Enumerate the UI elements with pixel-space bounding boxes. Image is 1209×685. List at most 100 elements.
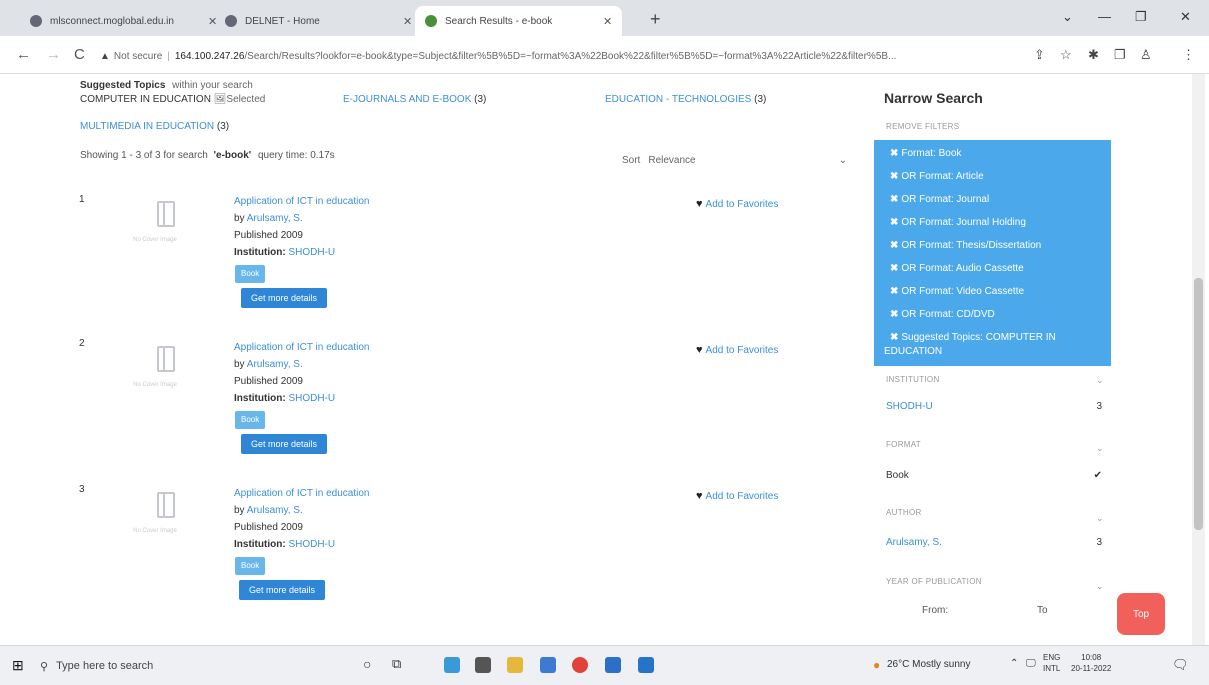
institution-link[interactable]: SHODH-U [288,539,335,550]
result-published: Published 2009 [234,522,303,533]
chevron-down-icon[interactable]: ⌄ [1096,443,1104,454]
chevron-down-icon: ⌄ [838,155,847,166]
topic-link[interactable]: EDUCATION - TECHNOLOGIES [605,94,751,105]
sidebar-icon[interactable]: ❐ [1114,47,1126,63]
network-icon[interactable]: 🖵 [1026,658,1036,669]
windows-start-icon[interactable]: ⊞ [12,657,24,674]
year-facet-heading[interactable]: YEAR OF PUBLICATION [886,577,982,586]
clock[interactable]: 10:08 20-11-2022 [1071,652,1111,674]
file-explorer-icon[interactable] [507,657,523,673]
facet-author-row[interactable]: Arulsamy, S. 3 [886,537,1102,548]
add-favorites-link[interactable]: ♥ Add to Favorites [696,490,778,502]
institution-facet-heading[interactable]: INSTITUTION [886,375,940,384]
bookmark-star-icon[interactable]: ☆ [1060,47,1072,63]
tab-search-menu-icon[interactable]: ⌄ [1062,9,1073,25]
app-icon[interactable] [540,657,556,673]
remove-filter-format-article[interactable]: ✖ OR Format: Article [890,171,984,182]
result-title-link[interactable]: Application of ICT in education [234,196,369,207]
author-link[interactable]: Arulsamy, S. [247,505,303,516]
url-field[interactable]: ▲ Not secure | 164.100.247.26 /Search/Re… [100,46,1030,66]
edge-browser-icon[interactable] [444,657,460,673]
remove-filter-format-cddvd[interactable]: ✖ OR Format: CD/DVD [890,309,995,320]
weather-text[interactable]: 26°C Mostly sunny [887,659,970,670]
close-window-button[interactable]: ✕ [1180,9,1191,25]
close-tab-icon[interactable]: ✕ [403,15,412,28]
remove-filter-topic[interactable]: ✖ Suggested Topics: COMPUTER IN [890,332,1056,343]
restore-button[interactable]: ❐ [1135,9,1147,25]
topic-ejournals[interactable]: E-JOURNALS AND E-BOOK (3) [343,94,486,105]
topic-selected[interactable]: COMPUTER IN EDUCATION 🖼Selected [80,94,265,105]
back-button[interactable]: ← [16,46,31,63]
new-tab-button[interactable]: + [650,9,661,30]
extensions-icon[interactable]: ✱ [1088,47,1099,63]
get-details-button[interactable]: Get more details [241,288,328,308]
task-view-icon[interactable]: ⧉ [392,656,401,672]
remove-filter-format-book[interactable]: ✖ Format: Book [890,148,961,159]
chrome-icon[interactable] [572,657,588,673]
sort-label: Sort [622,155,641,166]
by-label: by [234,359,245,370]
chevron-down-icon[interactable]: ⌄ [1096,513,1104,524]
taskbar-search-box[interactable]: ⚲ Type here to search [40,652,350,680]
result-title-link[interactable]: Application of ICT in education [234,342,369,353]
browser-menu-icon[interactable]: ⋮ [1182,47,1195,63]
topic-link[interactable]: E-JOURNALS AND E-BOOK [343,94,471,105]
page-scrollbar[interactable] [1192,74,1205,645]
add-favorites-link[interactable]: ♥ Add to Favorites [696,344,778,356]
remove-filter-topic-continued[interactable]: EDUCATION [884,346,942,357]
profile-icon[interactable]: ♙ [1140,47,1152,63]
reload-button[interactable]: C [74,46,85,63]
chevron-down-icon[interactable]: ⌄ [1096,581,1104,592]
author-facet-heading[interactable]: AUTHOR [886,508,922,517]
remove-filter-format-journal[interactable]: ✖ OR Format: Journal [890,194,989,205]
app-icon[interactable] [475,657,491,673]
remove-filter-format-thesis[interactable]: ✖ OR Format: Thesis/Dissertation [890,240,1041,251]
tab-delnet[interactable]: DELNET - Home ✕ [215,6,422,36]
remove-filter-format-audio[interactable]: ✖ OR Format: Audio Cassette [890,263,1024,274]
get-details-button[interactable]: Get more details [241,434,328,454]
add-favorites-link[interactable]: ♥ Add to Favorites [696,198,778,210]
heart-icon: ♥ [696,198,703,210]
share-icon[interactable]: ⇪ [1034,47,1045,63]
remove-filter-format-journal-holding[interactable]: ✖ OR Format: Journal Holding [890,217,1026,228]
topic-education-technologies[interactable]: EDUCATION - TECHNOLOGIES (3) [605,94,766,105]
scrollbar-thumb[interactable] [1194,278,1203,530]
cortana-icon[interactable]: ○ [363,656,371,672]
back-to-top-button[interactable]: Top [1117,593,1165,635]
format-facet-heading[interactable]: FORMAT [886,440,921,449]
no-cover-label: No Cover Image [133,237,177,243]
facet-format-row[interactable]: Book ✔ [886,470,1102,481]
author-link[interactable]: Arulsamy, S. [247,213,303,224]
address-bar-row: ← → C ▲ Not secure | 164.100.247.26 /Sea… [0,36,1209,74]
facet-count: 3 [1096,401,1102,412]
remove-filter-format-video[interactable]: ✖ OR Format: Video Cassette [890,286,1024,297]
tab-mlsconnect[interactable]: mlsconnect.moglobal.edu.in ✕ [20,6,227,36]
facet-institution-link[interactable]: SHODH-U [886,401,933,412]
facet-author-link[interactable]: Arulsamy, S. [886,537,942,548]
close-tab-icon[interactable]: ✕ [603,15,612,28]
result-title-link[interactable]: Application of ICT in education [234,488,369,499]
show-hidden-icons[interactable]: ⌃ [1010,658,1018,669]
topic-link[interactable]: MULTIMEDIA IN EDUCATION [80,121,214,132]
filter-label: EDUCATION [884,346,943,357]
word-icon[interactable] [605,657,621,673]
heart-icon: ♥ [696,344,703,356]
query-time: query time: 0.17s [257,150,335,161]
language-line-2: INTL [1043,664,1061,673]
author-link[interactable]: Arulsamy, S. [247,359,303,370]
institution-link[interactable]: SHODH-U [288,393,335,404]
notifications-icon[interactable]: 🗨 [1172,657,1189,673]
institution-link[interactable]: SHODH-U [288,247,335,258]
get-details-button[interactable]: Get more details [239,580,326,600]
minimize-button[interactable]: — [1098,9,1111,24]
forward-button[interactable]: → [46,46,61,63]
outlook-icon[interactable] [638,657,654,673]
sort-select[interactable]: Sort Relevance ⌄ [622,155,847,166]
language-indicator[interactable]: ENG INTL [1043,652,1060,674]
topic-multimedia[interactable]: MULTIMEDIA IN EDUCATION (3) [80,121,229,132]
tab-search-results[interactable]: Search Results - e-book ✕ [415,6,623,36]
chevron-down-icon[interactable]: ⌄ [1096,375,1104,386]
close-icon: ✖ [890,148,899,159]
close-icon: ✖ [890,194,899,205]
facet-institution-row[interactable]: SHODH-U 3 [886,401,1102,412]
